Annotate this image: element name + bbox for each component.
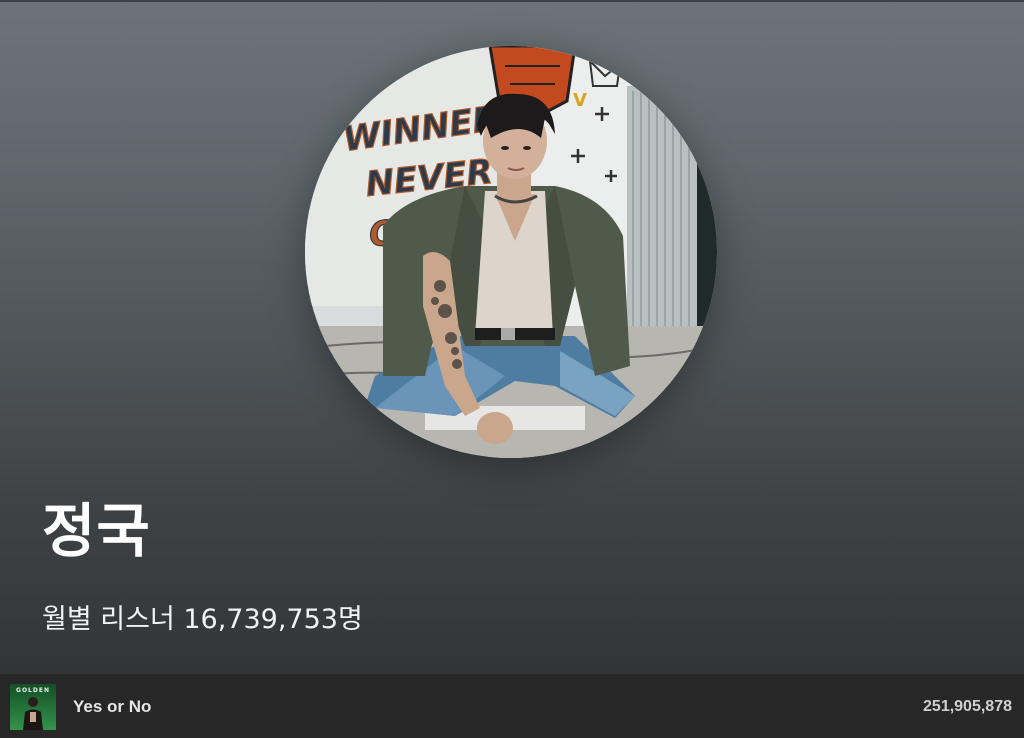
artist-header: WINNERS NEVER QUIT V	[0, 2, 1024, 674]
album-cover-image: GOLDEN	[10, 684, 56, 730]
monthly-listeners: 월별 리스너 16,739,753명	[42, 604, 363, 635]
artist-avatar: WINNERS NEVER QUIT V	[305, 46, 717, 458]
artist-portrait-image: WINNERS NEVER QUIT V	[305, 46, 717, 458]
svg-text:V: V	[573, 90, 587, 111]
artist-name: 정국	[42, 497, 151, 565]
album-cover-thumbnail[interactable]: GOLDEN	[10, 684, 56, 730]
top-track-row[interactable]: GOLDEN Yes or No 251,905,878	[0, 674, 1024, 738]
track-title[interactable]: Yes or No	[73, 698, 151, 715]
album-cover-label: GOLDEN	[16, 687, 50, 694]
track-play-count: 251,905,878	[923, 698, 1012, 715]
